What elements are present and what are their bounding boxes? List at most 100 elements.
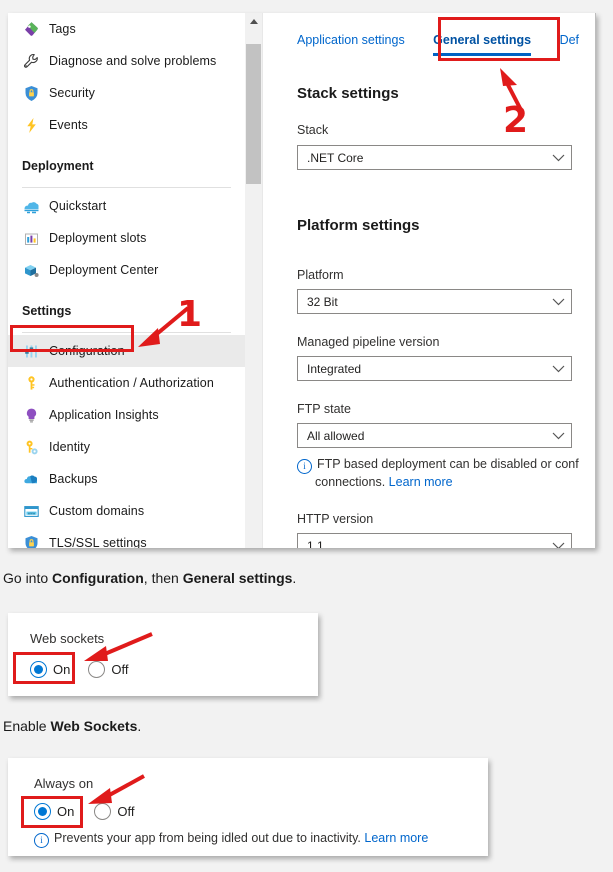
sidebar-item-label: Security: [49, 86, 95, 100]
highlight-box-always-on-on: [21, 796, 83, 828]
sidebar-item-events[interactable]: Events: [8, 109, 245, 141]
tab-application-settings[interactable]: Application settings: [297, 33, 405, 52]
ftp-hint-line2: connections.: [315, 475, 386, 489]
content-right-edge: [595, 13, 596, 548]
caption-2-bold-web-sockets: Web Sockets: [50, 718, 138, 734]
caption-1-pre: Go into: [3, 570, 53, 586]
ftp-state-dropdown[interactable]: All allowed: [297, 423, 572, 448]
stack-settings-heading: Stack settings: [297, 85, 399, 102]
info-icon: i: [34, 833, 49, 848]
sidebar-item-label: TLS/SSL settings: [49, 536, 147, 548]
lightbulb-icon: [22, 406, 40, 424]
lightning-bolt-icon: [22, 116, 40, 134]
shield-lock-icon: [22, 84, 40, 102]
chevron-down-icon: [545, 298, 571, 306]
caption-2-pre: Enable: [3, 718, 51, 734]
key-icon: [22, 374, 40, 392]
stack-label: Stack: [297, 123, 329, 137]
managed-pipeline-version-value: Integrated: [307, 361, 362, 376]
http-version-dropdown[interactable]: 1.1: [297, 533, 572, 548]
ftp-hint-line1: FTP based deployment can be disabled or …: [317, 457, 579, 471]
sidebar: Tags Diagnose and solve problems Securit…: [8, 13, 253, 548]
scrollbar-thumb[interactable]: [246, 44, 261, 184]
caption-step-1: Go into Configuration, then General sett…: [3, 570, 296, 586]
chevron-down-icon: [545, 365, 571, 373]
sidebar-item-label: Custom domains: [49, 504, 145, 518]
shield-lock-icon: [22, 534, 40, 548]
wrench-icon: [22, 52, 40, 70]
ftp-state-hint: i FTP based deployment can be disabled or…: [297, 456, 596, 491]
sidebar-item-deployment-center[interactable]: Deployment Center: [8, 254, 245, 286]
scroll-up-arrow-icon[interactable]: [245, 13, 262, 30]
highlight-box-web-sockets-on: [13, 652, 75, 684]
sidebar-group-label: Deployment: [22, 159, 94, 173]
caption-1-bold-general-settings: General settings: [182, 570, 293, 586]
chevron-down-icon: [545, 154, 571, 162]
sidebar-item-identity[interactable]: Identity: [8, 431, 245, 463]
platform-settings-heading: Platform settings: [297, 217, 420, 234]
sidebar-item-tags[interactable]: Tags: [8, 13, 245, 45]
highlight-box-configuration: [10, 325, 134, 352]
sidebar-item-label: Events: [49, 118, 88, 132]
www-card-icon: www: [22, 502, 40, 520]
sidebar-item-authentication-authorization[interactable]: Authentication / Authorization: [8, 367, 245, 399]
caption-1-mid: , then: [143, 570, 183, 586]
quickstart-icon: [22, 197, 40, 215]
caption-1-post: .: [292, 570, 297, 586]
http-version-value: 1.1: [307, 538, 324, 549]
platform-value: 32 Bit: [307, 294, 338, 309]
platform-label: Platform: [297, 268, 344, 282]
svg-text:www: www: [27, 511, 35, 515]
info-icon: i: [297, 459, 312, 474]
sidebar-group-deployment: Deployment: [8, 143, 245, 173]
sidebar-item-backups[interactable]: Backups: [8, 463, 245, 495]
sidebar-item-quickstart[interactable]: Quickstart: [8, 190, 245, 222]
stack-dropdown[interactable]: .NET Core: [297, 145, 572, 170]
ftp-learn-more-link[interactable]: Learn more: [389, 475, 453, 489]
sidebar-item-label: Application Insights: [49, 408, 159, 422]
ftp-state-value: All allowed: [307, 428, 365, 443]
caption-step-2: Enable Web Sockets.: [3, 718, 141, 734]
sidebar-item-diagnose-and-solve-problems[interactable]: Diagnose and solve problems: [8, 45, 245, 77]
http-version-label: HTTP version: [297, 512, 374, 526]
sidebar-item-tls-ssl-settings[interactable]: TLS/SSL settings: [8, 527, 245, 548]
sidebar-item-custom-domains[interactable]: www Custom domains: [8, 495, 245, 527]
deployment-slots-icon: [22, 229, 40, 247]
sidebar-item-label: Diagnose and solve problems: [49, 54, 217, 68]
sidebar-item-label: Backups: [49, 472, 98, 486]
sidebar-scrollbar[interactable]: [245, 13, 262, 548]
always-on-learn-more-link[interactable]: Learn more: [364, 831, 428, 845]
sidebar-item-application-insights[interactable]: Application Insights: [8, 399, 245, 431]
step-1-number: 1: [177, 294, 203, 335]
sidebar-item-deployment-slots[interactable]: Deployment slots: [8, 222, 245, 254]
highlight-box-general-settings-tab: [438, 17, 560, 61]
stack-value: .NET Core: [307, 150, 364, 165]
managed-pipeline-version-label: Managed pipeline version: [297, 335, 440, 349]
sidebar-item-label: Deployment Center: [49, 263, 159, 277]
deployment-center-icon: [22, 261, 40, 279]
chevron-down-icon: [545, 542, 571, 548]
ftp-state-label: FTP state: [297, 402, 351, 416]
sidebar-item-label: Tags: [49, 22, 76, 36]
chevron-down-icon: [545, 432, 571, 440]
always-on-hint-text: Prevents your app from being idled out d…: [54, 831, 361, 845]
arrow-to-web-sockets-on: [84, 632, 153, 661]
sidebar-group-label: Settings: [22, 304, 72, 318]
sidebar-item-label: Deployment slots: [49, 231, 147, 245]
managed-pipeline-version-dropdown[interactable]: Integrated: [297, 356, 572, 381]
platform-dropdown[interactable]: 32 Bit: [297, 289, 572, 314]
arrow-to-always-on-on: [88, 774, 145, 804]
always-on-hint: i Prevents your app from being idled out …: [34, 830, 474, 848]
cloud-backup-icon: [22, 470, 40, 488]
sidebar-item-label: Identity: [49, 440, 91, 454]
general-settings-content: Application settings General settings De…: [263, 13, 596, 548]
tag-icon: [22, 20, 40, 38]
step-2-number: 2: [503, 100, 529, 141]
sidebar-group-settings: Settings: [8, 288, 245, 318]
divider: [22, 187, 231, 188]
key-badge-icon: [22, 438, 40, 456]
caption-1-bold-configuration: Configuration: [52, 570, 144, 586]
sidebar-item-security[interactable]: Security: [8, 77, 245, 109]
sidebar-item-label: Quickstart: [49, 199, 107, 213]
tab-default-documents[interactable]: Def: [560, 33, 579, 52]
